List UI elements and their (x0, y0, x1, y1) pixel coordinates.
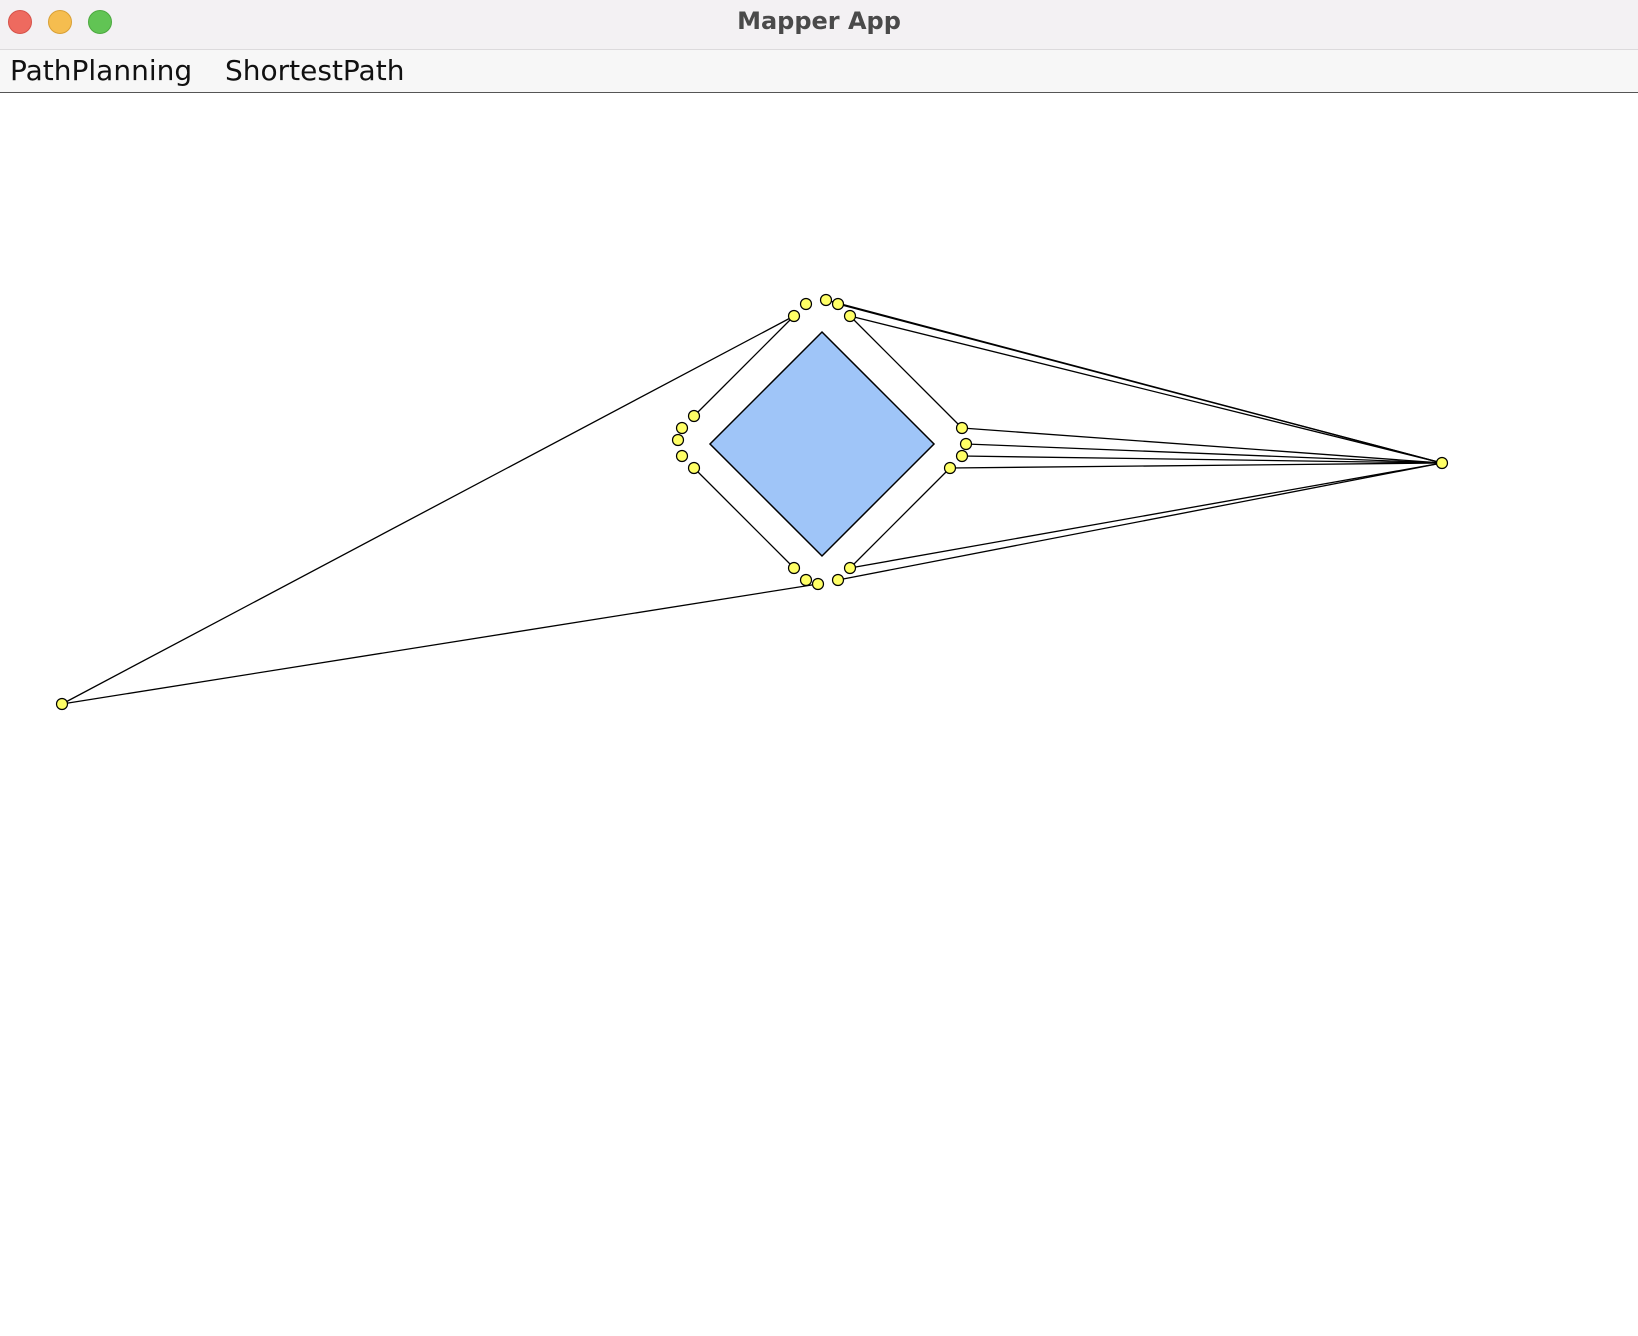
vertex-node[interactable] (955, 421, 969, 435)
map-canvas[interactable] (0, 93, 1638, 1336)
mapper-app-window: Mapper App PathPlanning ShortestPath (0, 0, 1638, 1336)
vertex-node[interactable] (675, 421, 689, 435)
vertex-node[interactable] (787, 309, 801, 323)
start-node[interactable] (55, 697, 69, 711)
vertex-node[interactable] (687, 409, 701, 423)
vertex-node[interactable] (843, 309, 857, 323)
edge-line (837, 462, 1443, 581)
vertex-node[interactable] (955, 449, 969, 463)
window-title: Mapper App (737, 7, 901, 35)
vertex-node[interactable] (799, 573, 813, 587)
vertex-node[interactable] (671, 433, 685, 447)
menu-bar: PathPlanning ShortestPath (0, 50, 1638, 93)
vertex-node[interactable] (831, 573, 845, 587)
vertex-node[interactable] (687, 461, 701, 475)
edge-line (949, 462, 1443, 469)
vertex-node[interactable] (675, 449, 689, 463)
vertex-node[interactable] (787, 561, 801, 575)
map-drawing[interactable] (0, 93, 1638, 1336)
vertex-node[interactable] (799, 297, 813, 311)
title-bar[interactable]: Mapper App (0, 0, 1638, 50)
vertex-node[interactable] (959, 437, 973, 451)
menu-shortestpath[interactable]: ShortestPath (225, 50, 404, 92)
vertex-node[interactable] (819, 293, 833, 307)
vertex-node[interactable] (811, 577, 825, 591)
vertex-node[interactable] (943, 461, 957, 475)
vertex-node[interactable] (831, 297, 845, 311)
menu-pathplanning[interactable]: PathPlanning (10, 50, 192, 92)
visibility-edges (61, 299, 1443, 705)
vertex-node[interactable] (843, 561, 857, 575)
goal-node[interactable] (1435, 456, 1449, 470)
